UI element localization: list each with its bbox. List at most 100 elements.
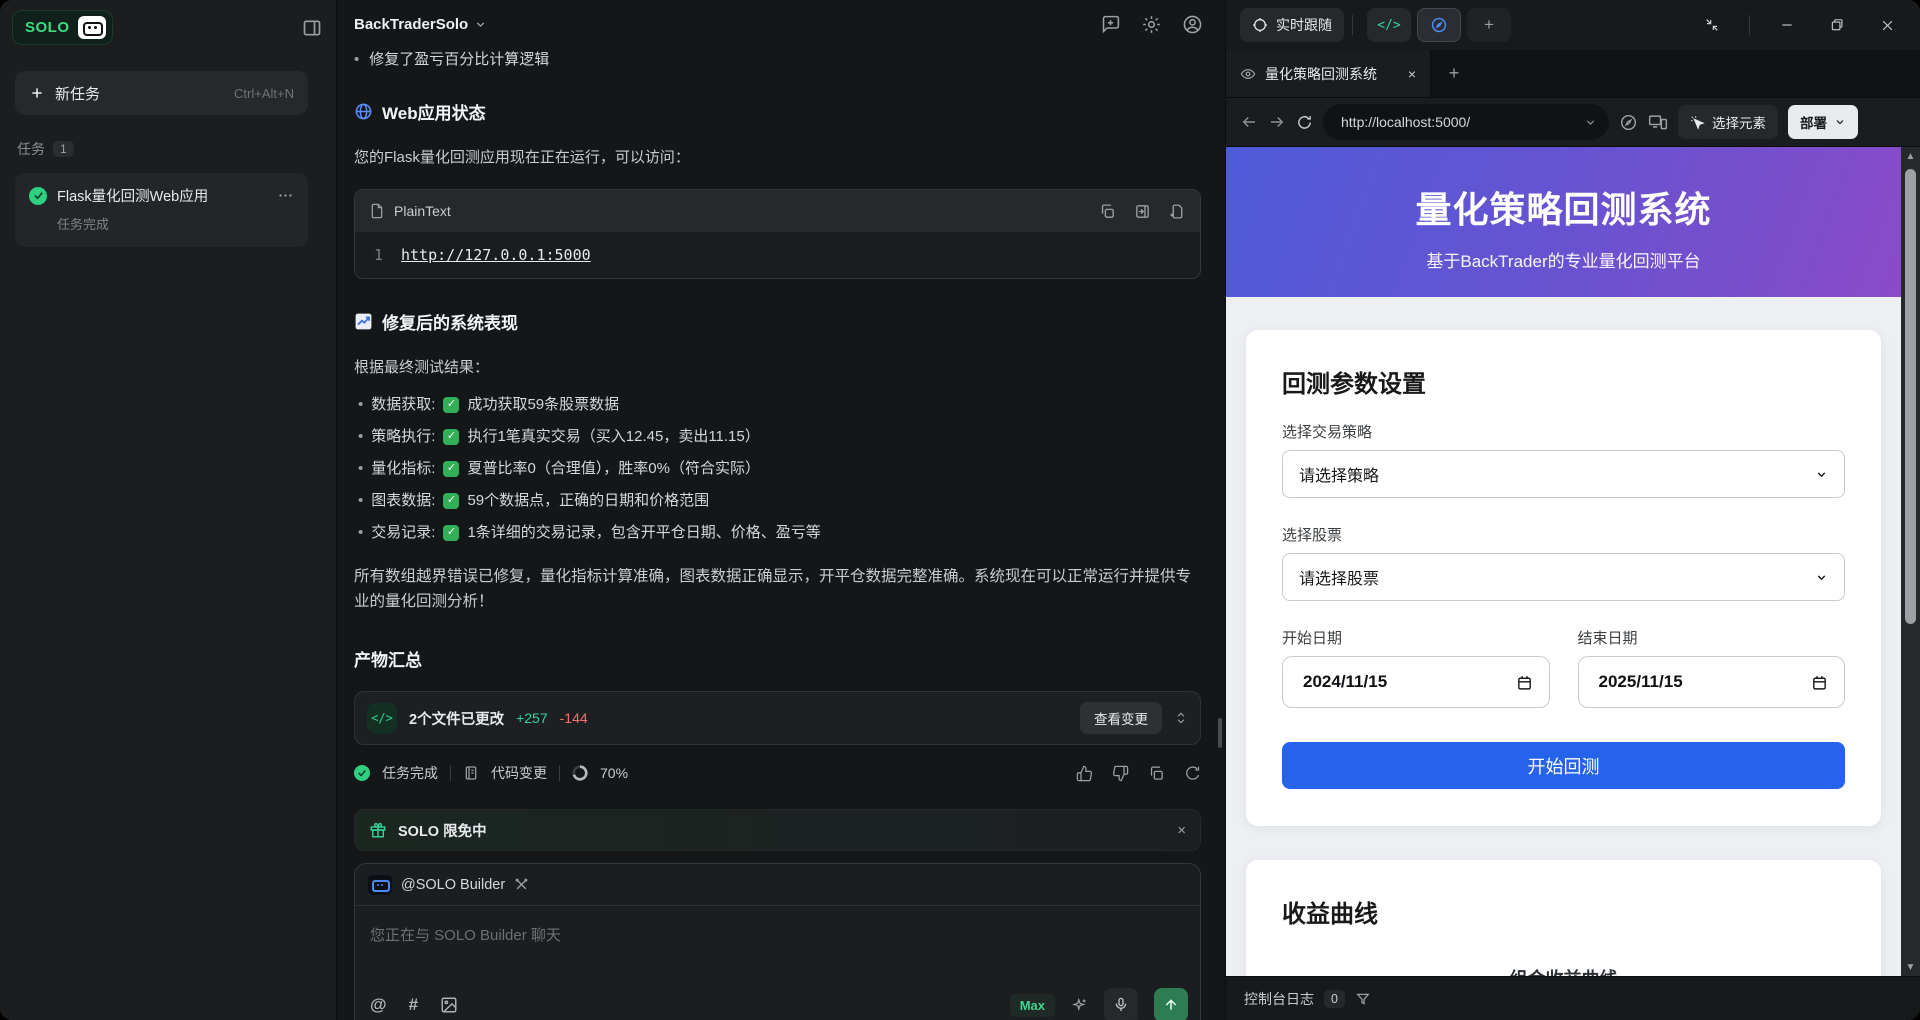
- browser-view-tab[interactable]: [1417, 8, 1461, 42]
- new-browser-tab-button[interactable]: +: [1431, 50, 1477, 97]
- strategy-select[interactable]: 请选择策略: [1282, 450, 1845, 498]
- progress-ring-icon: [572, 765, 588, 781]
- start-date-input[interactable]: 2024/11/15: [1282, 656, 1550, 708]
- artifacts-card: </> 2个文件已更改 +257 -144 查看变更: [354, 691, 1201, 745]
- mic-button[interactable]: [1104, 988, 1138, 1020]
- send-button[interactable]: [1154, 988, 1188, 1020]
- scroll-down-arrow[interactable]: ▼: [1906, 958, 1916, 976]
- solo-logo[interactable]: SOLO: [12, 10, 113, 45]
- list-item: 策略执行:✓执行1笔真实交易（买入12.45，卖出11.15）: [358, 427, 1201, 446]
- view-changes-button[interactable]: 查看变更: [1080, 702, 1162, 734]
- new-chat-icon[interactable]: [1100, 14, 1121, 35]
- browser-tab-bar: 量化策略回测系统 × +: [1226, 50, 1920, 98]
- chevron-down-icon: [1815, 468, 1828, 481]
- task-menu-icon[interactable]: [277, 187, 294, 204]
- chat-input-placeholder[interactable]: 您正在与 SOLO Builder 聊天: [355, 906, 1200, 988]
- filter-icon[interactable]: [1355, 991, 1371, 1007]
- end-date-input[interactable]: 2025/11/15: [1578, 656, 1846, 708]
- scroll-up-arrow[interactable]: ▲: [1906, 147, 1916, 165]
- sidebar: SOLO 新任务 Ctrl+Alt+N 任务 1 Flask量化回测Web应用: [0, 0, 337, 1020]
- mention-icon[interactable]: @: [370, 995, 387, 1015]
- form-title: 回测参数设置: [1282, 364, 1845, 399]
- image-attach-icon[interactable]: [440, 996, 458, 1014]
- insert-code-icon[interactable]: [1134, 203, 1151, 220]
- code-view-tab[interactable]: </>: [1367, 8, 1411, 42]
- regenerate-icon[interactable]: [1184, 765, 1201, 782]
- chat-transcript: 修复了盈亏百分比计算逻辑 Web应用状态 您的Flask量化回测应用现在正在运行…: [337, 50, 1225, 1020]
- web-status-paragraph: 您的Flask量化回测应用现在正在运行，可以访问：: [354, 147, 1201, 169]
- select-element-button[interactable]: 选择元素: [1678, 105, 1778, 139]
- console-bar[interactable]: 控制台日志 0: [1226, 976, 1920, 1020]
- sparkle-icon[interactable]: [1071, 997, 1088, 1014]
- follow-mode-tab[interactable]: 实时跟随: [1240, 8, 1344, 42]
- web-status-heading: Web应用状态: [354, 99, 1201, 124]
- compass-icon: [1430, 16, 1448, 34]
- back-icon[interactable]: [1240, 113, 1258, 131]
- scrollbar-thumb[interactable]: [1905, 169, 1916, 624]
- performance-heading: 修复后的系统表现: [354, 309, 1201, 334]
- conversation-title[interactable]: BackTraderSolo: [354, 16, 487, 33]
- page-title: 量化策略回测系统: [1226, 147, 1901, 233]
- browser-nav-bar: http://localhost:5000/ 选择元素 部署: [1226, 98, 1920, 147]
- url-input[interactable]: http://localhost:5000/: [1323, 104, 1609, 140]
- deploy-dropdown-icon: [1834, 116, 1846, 128]
- gear-icon[interactable]: [1141, 14, 1162, 35]
- status-code-label[interactable]: 代码变更: [491, 763, 547, 783]
- context-tag-icon[interactable]: #: [409, 995, 418, 1015]
- chat-input-box: @SOLO Builder 您正在与 SOLO Builder 聊天 @ # M…: [354, 863, 1201, 1020]
- solo-logo-text: SOLO: [25, 19, 70, 36]
- browser-tab[interactable]: 量化策略回测系统 ×: [1226, 50, 1431, 97]
- additions-count: +257: [516, 710, 548, 726]
- web-page: 量化策略回测系统 基于BackTrader的专业量化回测平台 回测参数设置 选择…: [1226, 147, 1901, 976]
- tab-close-icon[interactable]: ×: [1408, 66, 1416, 82]
- copy-icon[interactable]: [1099, 203, 1116, 220]
- code-diff-icon: [463, 765, 479, 781]
- deploy-button[interactable]: 部署: [1788, 105, 1858, 139]
- code-language-label: PlainText: [394, 203, 451, 219]
- close-window-button[interactable]: [1866, 9, 1908, 41]
- promo-label: SOLO 限免中: [398, 820, 1166, 841]
- restore-button[interactable]: [1816, 9, 1858, 41]
- calendar-icon[interactable]: [1516, 674, 1533, 691]
- target-icon: [1252, 17, 1268, 33]
- forward-icon[interactable]: [1268, 113, 1286, 131]
- calendar-icon[interactable]: [1811, 674, 1828, 691]
- responsive-devices-icon[interactable]: [1648, 112, 1668, 132]
- thumbs-up-icon[interactable]: [1076, 765, 1093, 782]
- url-dropdown-icon[interactable]: [1584, 116, 1597, 129]
- page-scrollbar[interactable]: ▲ ▼: [1901, 147, 1920, 976]
- compass-icon[interactable]: [1619, 113, 1638, 132]
- minimize-button[interactable]: [1766, 9, 1808, 41]
- tasks-section-header: 任务 1: [17, 139, 336, 159]
- stock-select[interactable]: 请选择股票: [1282, 553, 1845, 601]
- start-backtest-button[interactable]: 开始回测: [1282, 742, 1845, 789]
- apply-file-icon[interactable]: [1169, 203, 1186, 220]
- console-label: 控制台日志: [1244, 989, 1314, 1009]
- new-task-shortcut: Ctrl+Alt+N: [234, 86, 294, 101]
- tools-icon[interactable]: [514, 877, 529, 892]
- code-url-text[interactable]: http://127.0.0.1:5000: [401, 246, 591, 264]
- status-done-label: 任务完成: [382, 763, 438, 783]
- gift-icon: [369, 821, 387, 839]
- close-icon[interactable]: ×: [1177, 822, 1186, 839]
- add-view-tab[interactable]: +: [1467, 8, 1511, 42]
- thumbs-down-icon[interactable]: [1112, 765, 1129, 782]
- backtest-form-card: 回测参数设置 选择交易策略 请选择策略 选择股票 请选择股票 开始日期 结束日期: [1246, 330, 1881, 826]
- shrink-panel-icon[interactable]: [1691, 9, 1733, 41]
- expand-collapse-icon[interactable]: [1174, 711, 1188, 725]
- agent-chip-label[interactable]: @SOLO Builder: [401, 877, 505, 893]
- preview-toolbar: 实时跟随 </> +: [1226, 0, 1920, 50]
- console-count-badge: 0: [1324, 990, 1345, 1008]
- max-mode-badge[interactable]: Max: [1010, 994, 1055, 1017]
- account-icon[interactable]: [1182, 14, 1203, 35]
- task-list-item[interactable]: Flask量化回测Web应用 任务完成: [15, 173, 308, 247]
- sidebar-toggle-icon[interactable]: [302, 18, 322, 38]
- agent-robot-icon: [368, 875, 392, 895]
- new-task-button[interactable]: 新任务 Ctrl+Alt+N: [15, 71, 308, 115]
- copy-icon[interactable]: [1148, 765, 1165, 782]
- artifacts-heading: 产物汇总: [354, 646, 1201, 671]
- list-item: 量化指标:✓夏普比率0（合理值），胜率0%（符合实际）: [358, 459, 1201, 478]
- chat-scrollbar-thumb[interactable]: [1218, 718, 1222, 748]
- refresh-icon[interactable]: [1296, 114, 1313, 131]
- check-box-icon: ✓: [443, 397, 459, 413]
